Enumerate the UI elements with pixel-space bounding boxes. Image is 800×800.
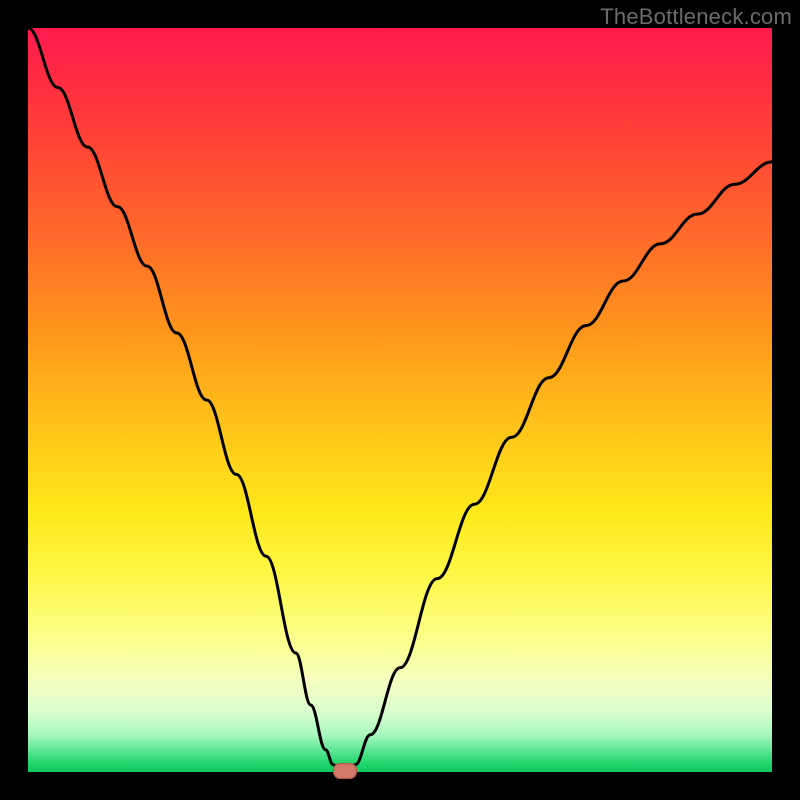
chart-frame: TheBottleneck.com xyxy=(0,0,800,800)
watermark-label: TheBottleneck.com xyxy=(600,4,792,30)
plot-area xyxy=(28,28,772,772)
bottleneck-curve xyxy=(28,28,772,772)
optimum-marker xyxy=(333,763,357,779)
